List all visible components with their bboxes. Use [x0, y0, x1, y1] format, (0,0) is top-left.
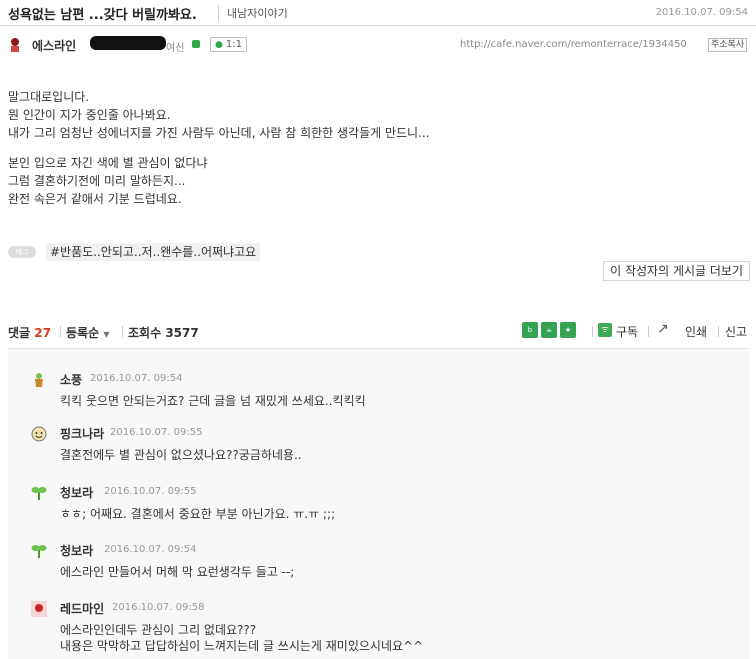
body-line: 본인 입으로 자긴 색에 별 관심이 없다냐 [8, 156, 208, 170]
comment-line: 내용은 막막하고 답답하심이 느껴지는데 글 쓰시는게 재미있으시네요^^ [60, 639, 424, 653]
view-count: 조회수 3577 [128, 324, 199, 341]
post-title: 성욕없는 남편 ...갖다 버릴까봐요. [8, 8, 197, 23]
smiley-face-icon [31, 426, 47, 442]
share-icons: b ☕ ★ [522, 322, 576, 338]
comment-date: 2016.10.07. 09:58 [112, 602, 205, 613]
comment-date: 2016.10.07. 09:55 [110, 427, 203, 438]
comment-text: 킥킥 웃으면 안되는거죠? 근데 글을 넘 재밌게 쓰세요..킥킥킥 [60, 394, 366, 408]
divider [648, 326, 649, 337]
comment-author[interactable]: 소풍 [60, 371, 82, 388]
comment-date: 2016.10.07. 09:54 [90, 373, 183, 384]
post-date: 2016.10.07. 09:54 [655, 7, 748, 18]
post-url[interactable]: http://cafe.naver.com/remonterrace/19344… [460, 39, 687, 50]
comment-author[interactable]: 청보라 [60, 484, 93, 501]
comment-list: 소풍 2016.10.07. 09:54 킥킥 웃으면 안되는거죠? 근데 글을… [8, 348, 750, 659]
comment-label: 댓글 [8, 326, 31, 340]
comment-count-label[interactable]: 댓글 27 [8, 324, 51, 341]
divider [122, 326, 123, 337]
subscribe-button[interactable]: 구독 [616, 323, 638, 340]
chevron-down-icon: ▼ [103, 330, 110, 339]
author-level: 여신 [166, 43, 185, 54]
body-line: 내가 그리 엄청난 성에너지를 가진 사람두 아닌데, 사람 참 희한한 생각들… [8, 126, 430, 140]
level-badge-icon [192, 40, 200, 48]
author-name[interactable]: 에스라인 [32, 37, 76, 54]
body-line: 뭔 인간이 지가 중인줄 아나봐요. [8, 108, 171, 122]
sort-label: 등록순 [66, 326, 100, 340]
rss-icon[interactable]: ᯤ [598, 323, 612, 337]
cafe-icon[interactable]: ☕ [541, 322, 557, 338]
comment-author[interactable]: 청보라 [60, 542, 93, 559]
post-title-bar: 성욕없는 남편 ...갖다 버릴까봐요. 내남자이야기 2016.10.07. … [0, 0, 756, 26]
sprout-icon [31, 487, 47, 500]
chat-button[interactable]: ● 1:1 [210, 37, 247, 52]
comment-date: 2016.10.07. 09:54 [104, 544, 197, 555]
chat-bubble-icon: ● [215, 39, 223, 50]
author-avatar-icon [11, 38, 19, 52]
tag-label-icon: 태그 [8, 246, 36, 258]
comment-author[interactable]: 레드마인 [60, 600, 104, 617]
divider [60, 326, 61, 337]
print-button[interactable]: 인쇄 [685, 323, 707, 340]
author-row: 에스라인 여신 ● 1:1 http://cafe.naver.com/remo… [0, 34, 756, 56]
view-label: 조회수 [128, 326, 162, 340]
comment-toolbar: 댓글 27 등록순 ▼ 조회수 3577 b ☕ ★ ᯤ 구독 ↗ 인쇄 신고 [0, 318, 756, 342]
comment-line: 에스라인인데두 관심이 그리 없데요??? [60, 623, 257, 637]
red-avatar-icon [31, 601, 47, 617]
share-icon[interactable]: ↗ [657, 321, 669, 337]
sprout-icon [31, 545, 47, 558]
divider [718, 326, 719, 337]
bookmark-icon[interactable]: ★ [560, 322, 576, 338]
body-line: 말그대로입니다. [8, 90, 90, 104]
copy-url-button[interactable]: 주소복사 [708, 38, 748, 52]
more-posts-button[interactable]: 이 작성자의 게시글 더보기 [603, 261, 750, 281]
redaction-mark [90, 36, 166, 50]
comment-count: 27 [34, 326, 51, 340]
comment-text: 결혼전에두 별 관심이 없으셨나요??궁금하네용.. [60, 448, 302, 462]
sort-dropdown[interactable]: 등록순 ▼ [66, 324, 109, 341]
comment-text: ㅎㅎ; 어째요. 결혼에서 중요한 부분 아닌가요. ㅠ.ㅠ ;;; [60, 507, 336, 521]
view-count-value: 3577 [165, 326, 199, 340]
board-link[interactable]: 내남자이야기 [218, 5, 288, 21]
tag-link[interactable]: #반품도..안되고..저..왠수를..어쩌냐고요 [46, 243, 261, 261]
post-body: 말그대로입니다. 뭔 인간이 지가 중인줄 아나봐요. 내가 그리 엄청난 성에… [8, 88, 430, 208]
chat-label: 1:1 [225, 39, 242, 50]
comment-author[interactable]: 핑크나라 [60, 425, 104, 442]
body-line: 완전 속은거 같애서 기분 드럽네요. [8, 192, 182, 206]
flower-pot-icon [35, 373, 43, 387]
comment-text: 에스라인 만들어서 머해 막 요런생각두 들고 --; [60, 565, 295, 579]
comment-date: 2016.10.07. 09:55 [104, 486, 197, 497]
body-line: 그럼 결혼하기전에 미리 말하든지... [8, 174, 186, 188]
comment-text: 에스라인인데두 관심이 그리 없데요??? 내용은 막막하고 답답하심이 느껴지… [60, 622, 423, 654]
blog-icon[interactable]: b [522, 322, 538, 338]
divider [592, 326, 593, 337]
report-button[interactable]: 신고 [725, 323, 747, 340]
